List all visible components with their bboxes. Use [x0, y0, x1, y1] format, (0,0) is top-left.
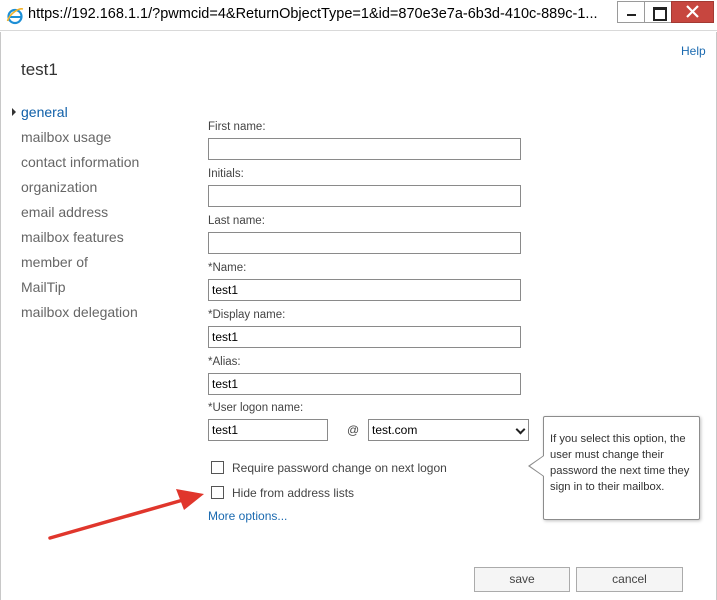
- nav-item-mailbox-usage[interactable]: mailbox usage: [21, 129, 111, 145]
- internet-explorer-icon: [6, 8, 24, 25]
- help-tooltip: If you select this option, the user must…: [543, 416, 700, 520]
- at-sign: @: [347, 423, 360, 437]
- maximize-button[interactable]: [644, 1, 672, 23]
- require-password-change-checkbox[interactable]: [211, 461, 224, 474]
- help-link[interactable]: Help: [681, 44, 706, 58]
- more-options-link[interactable]: More options...: [208, 509, 287, 523]
- domain-select-value: test.com: [372, 423, 418, 437]
- selected-arrow-icon: [12, 108, 16, 116]
- title-bar: https://192.168.1.1/?pwmcid=4&ReturnObje…: [0, 0, 717, 31]
- hide-from-address-lists-checkbox[interactable]: [211, 486, 224, 499]
- nav-item-organization[interactable]: organization: [21, 179, 97, 195]
- require-password-change-label[interactable]: Require password change on next logon: [232, 461, 447, 475]
- name-label: *Name:: [208, 262, 247, 274]
- minimize-button[interactable]: [617, 1, 645, 23]
- display-name-field[interactable]: test1: [208, 326, 521, 348]
- nav-item-mailtip[interactable]: MailTip: [21, 279, 66, 295]
- display-name-label: *Display name:: [208, 309, 286, 321]
- nav-item-email-address[interactable]: email address: [21, 204, 108, 220]
- nav-item-general[interactable]: general: [21, 104, 68, 120]
- alias-field[interactable]: test1: [208, 373, 521, 395]
- last-name-field[interactable]: [208, 232, 521, 254]
- user-logon-label: *User logon name:: [208, 402, 304, 414]
- nav-item-contact-information[interactable]: contact information: [21, 154, 139, 170]
- chevron-down-icon: [515, 424, 526, 435]
- cancel-button[interactable]: cancel: [576, 567, 683, 592]
- close-button[interactable]: [671, 1, 714, 23]
- close-icon: [686, 5, 699, 18]
- window-url: https://192.168.1.1/?pwmcid=4&ReturnObje…: [28, 6, 598, 22]
- nav-item-mailbox-delegation[interactable]: mailbox delegation: [21, 304, 138, 320]
- initials-label: Initials:: [208, 168, 244, 180]
- tooltip-text: If you select this option, the user must…: [550, 433, 690, 493]
- user-logon-field[interactable]: test1: [208, 419, 328, 441]
- nav-item-mailbox-features[interactable]: mailbox features: [21, 229, 124, 245]
- nav-item-member-of[interactable]: member of: [21, 254, 88, 270]
- initials-field[interactable]: [208, 185, 521, 207]
- name-field[interactable]: test1: [208, 279, 521, 301]
- alias-label: *Alias:: [208, 356, 241, 368]
- tooltip-pointer-fill: [530, 456, 544, 476]
- save-button[interactable]: save: [474, 567, 570, 592]
- last-name-label: Last name:: [208, 215, 265, 227]
- hide-from-address-lists-label[interactable]: Hide from address lists: [232, 486, 354, 500]
- domain-select[interactable]: test.com: [368, 419, 529, 441]
- first-name-field[interactable]: [208, 138, 521, 160]
- page-title: test1: [21, 60, 58, 79]
- first-name-label: First name:: [208, 121, 266, 133]
